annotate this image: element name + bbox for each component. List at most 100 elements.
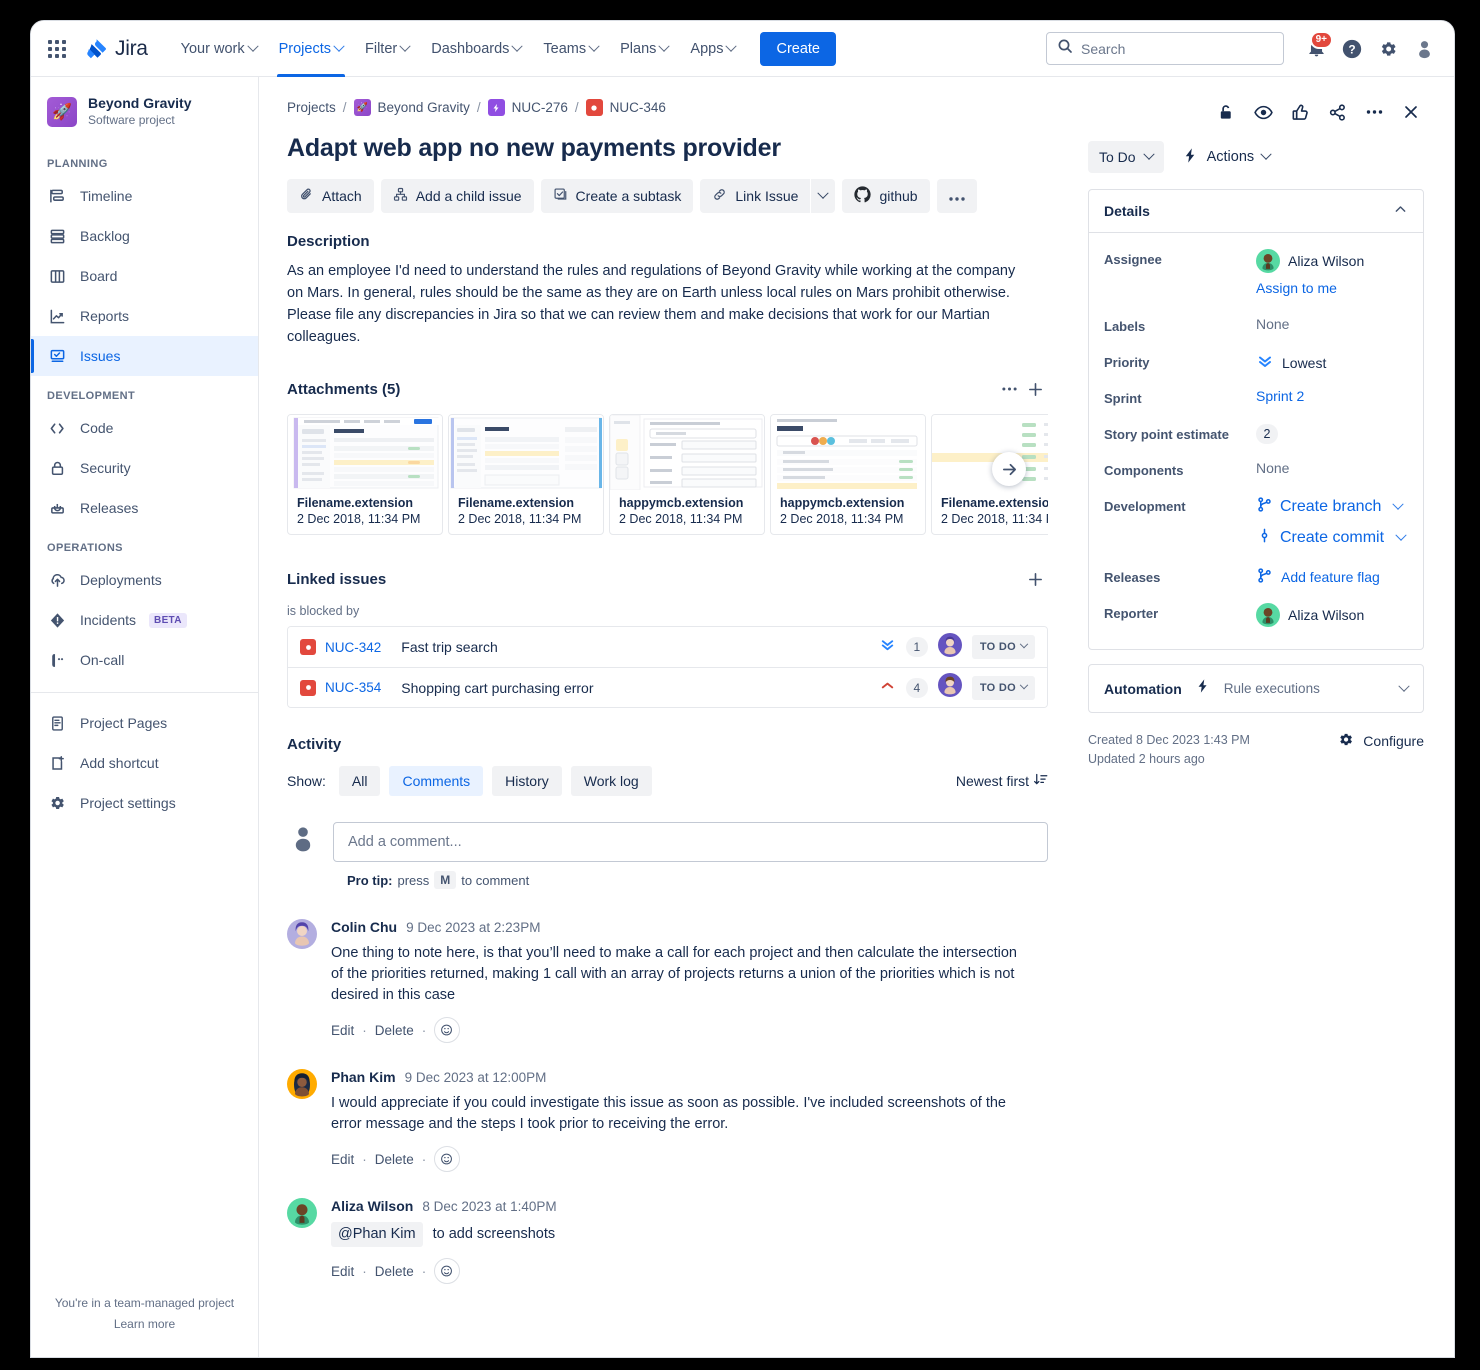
edit-comment-link[interactable]: Edit bbox=[331, 1152, 354, 1167]
add-reaction-icon[interactable] bbox=[434, 1258, 460, 1284]
notifications-button[interactable]: 9+ bbox=[1300, 33, 1332, 65]
sidebar-item-backlog[interactable]: Backlog bbox=[31, 216, 258, 256]
nav-filter[interactable]: Filter bbox=[354, 21, 420, 77]
nav-your-work[interactable]: Your work bbox=[170, 21, 268, 77]
nav-dashboards[interactable]: Dashboards bbox=[420, 21, 532, 77]
add-child-issue-button[interactable]: Add a child issue bbox=[381, 179, 534, 213]
chevron-down-icon[interactable] bbox=[1393, 499, 1404, 510]
comment-input[interactable] bbox=[348, 834, 1033, 850]
priority-value[interactable]: Lowest bbox=[1256, 352, 1326, 373]
assign-to-me-link[interactable]: Assign to me bbox=[1256, 280, 1364, 296]
status-badge[interactable]: TO DO bbox=[972, 635, 1035, 659]
actions-dropdown[interactable]: Actions bbox=[1172, 141, 1281, 173]
lock-icon[interactable] bbox=[1213, 99, 1239, 125]
create-commit-row[interactable]: Create commit bbox=[1256, 527, 1405, 549]
close-icon[interactable] bbox=[1398, 99, 1424, 125]
delete-comment-link[interactable]: Delete bbox=[375, 1023, 414, 1038]
chevron-up-icon[interactable] bbox=[1393, 202, 1408, 220]
add-feature-flag-link[interactable]: Add feature flag bbox=[1281, 569, 1380, 585]
sidebar-item-security[interactable]: Security bbox=[31, 448, 258, 488]
create-button[interactable]: Create bbox=[760, 32, 836, 66]
more-actions-button[interactable] bbox=[937, 179, 977, 213]
releases-value[interactable]: Add feature flag bbox=[1256, 567, 1380, 587]
attachment-card[interactable]: happymcb.extension 2 Dec 2018, 11:34 PM bbox=[770, 414, 926, 535]
mention-chip[interactable]: @Phan Kim bbox=[331, 1222, 423, 1247]
search-box[interactable] bbox=[1046, 32, 1284, 65]
comment-input-wrapper[interactable] bbox=[333, 822, 1048, 862]
add-attachment-icon[interactable] bbox=[1022, 376, 1048, 402]
assignee-value[interactable]: Aliza Wilson bbox=[1256, 249, 1364, 273]
sidebar-project-header[interactable]: 🚀 Beyond Gravity Software project bbox=[31, 77, 258, 144]
attachment-card[interactable]: Filename.extension 2 Dec 2018, 11:34 PM bbox=[931, 414, 1048, 535]
sidebar-item-releases[interactable]: Releases bbox=[31, 488, 258, 528]
create-commit-link[interactable]: Create commit bbox=[1280, 529, 1384, 547]
linked-issue-key[interactable]: NUC-342 bbox=[325, 640, 381, 655]
nav-projects[interactable]: Projects bbox=[268, 21, 354, 77]
link-issue-dropdown[interactable] bbox=[811, 179, 835, 213]
filter-comments[interactable]: Comments bbox=[389, 766, 483, 796]
sprint-value[interactable]: Sprint 2 bbox=[1256, 388, 1304, 404]
sidebar-item-timeline[interactable]: Timeline bbox=[31, 176, 258, 216]
add-reaction-icon[interactable] bbox=[434, 1146, 460, 1172]
sidebar-item-add-shortcut[interactable]: Add shortcut bbox=[31, 743, 258, 783]
reporter-value[interactable]: Aliza Wilson bbox=[1256, 603, 1364, 627]
sidebar-item-reports[interactable]: Reports bbox=[31, 296, 258, 336]
settings-button[interactable] bbox=[1372, 33, 1404, 65]
filter-history[interactable]: History bbox=[492, 766, 562, 796]
nav-plans[interactable]: Plans bbox=[609, 21, 679, 77]
chevron-down-icon[interactable] bbox=[1398, 680, 1409, 691]
attachment-card[interactable]: happymcb.extension 2 Dec 2018, 11:34 PM bbox=[609, 414, 765, 535]
attachment-card[interactable]: Filename.extension 2 Dec 2018, 11:34 PM bbox=[448, 414, 604, 535]
breadcrumb-epic[interactable]: NUC-276 bbox=[512, 100, 568, 115]
sidebar-item-incidents[interactable]: Incidents BETA bbox=[31, 600, 258, 640]
sidebar-item-deployments[interactable]: Deployments bbox=[31, 560, 258, 600]
chevron-down-icon[interactable] bbox=[1395, 530, 1406, 541]
sidebar-item-project-pages[interactable]: Project Pages bbox=[31, 703, 258, 743]
linked-issue-key[interactable]: NUC-354 bbox=[325, 680, 381, 695]
status-badge[interactable]: TO DO bbox=[972, 676, 1035, 700]
sidebar-item-board[interactable]: Board bbox=[31, 256, 258, 296]
details-header[interactable]: Details bbox=[1089, 190, 1423, 233]
edit-comment-link[interactable]: Edit bbox=[331, 1023, 354, 1038]
watch-icon[interactable] bbox=[1250, 99, 1276, 125]
breadcrumb-issue[interactable]: NUC-346 bbox=[610, 100, 666, 115]
filter-all[interactable]: All bbox=[339, 766, 381, 796]
create-branch-link[interactable]: Create branch bbox=[1280, 498, 1381, 516]
nav-teams[interactable]: Teams bbox=[532, 21, 609, 77]
jira-logo[interactable]: Jira bbox=[85, 37, 148, 61]
sidebar-item-issues[interactable]: Issues bbox=[31, 336, 258, 376]
profile-avatar[interactable] bbox=[1408, 33, 1440, 65]
add-linked-issue-icon[interactable] bbox=[1022, 566, 1048, 592]
add-reaction-icon[interactable] bbox=[434, 1017, 460, 1043]
sprint-link[interactable]: Sprint 2 bbox=[1256, 388, 1304, 404]
share-icon[interactable] bbox=[1324, 99, 1350, 125]
github-button[interactable]: github bbox=[842, 179, 929, 213]
automation-card[interactable]: Automation Rule executions bbox=[1088, 664, 1424, 713]
story-points-value[interactable]: 2 bbox=[1256, 424, 1278, 444]
like-icon[interactable] bbox=[1287, 99, 1313, 125]
sidebar-item-code[interactable]: Code bbox=[31, 408, 258, 448]
components-value[interactable]: None bbox=[1256, 460, 1289, 476]
link-issue-button[interactable]: Link Issue bbox=[700, 179, 810, 213]
filter-work-log[interactable]: Work log bbox=[571, 766, 652, 796]
app-switcher-icon[interactable] bbox=[43, 35, 71, 63]
edit-comment-link[interactable]: Edit bbox=[331, 1264, 354, 1279]
breadcrumb-project[interactable]: Beyond Gravity bbox=[378, 100, 470, 115]
delete-comment-link[interactable]: Delete bbox=[375, 1152, 414, 1167]
status-dropdown[interactable]: To Do bbox=[1088, 141, 1164, 173]
search-input[interactable] bbox=[1081, 41, 1273, 57]
more-icon[interactable] bbox=[1361, 99, 1387, 125]
attach-button[interactable]: Attach bbox=[287, 179, 374, 213]
sidebar-item-project-settings[interactable]: Project settings bbox=[31, 783, 258, 823]
configure-button[interactable]: Configure bbox=[1337, 731, 1424, 751]
attachments-more-icon[interactable] bbox=[996, 376, 1022, 402]
table-row[interactable]: NUC-354 Shopping cart purchasing error 4 bbox=[288, 667, 1047, 707]
table-row[interactable]: NUC-342 Fast trip search 1 bbox=[288, 627, 1047, 667]
sort-button[interactable]: Newest first bbox=[956, 772, 1048, 790]
attachment-card[interactable]: Filename.extension 2 Dec 2018, 11:34 PM bbox=[287, 414, 443, 535]
create-subtask-button[interactable]: Create a subtask bbox=[541, 179, 694, 213]
breadcrumb-projects[interactable]: Projects bbox=[287, 100, 336, 115]
help-button[interactable]: ? bbox=[1336, 33, 1368, 65]
create-branch-row[interactable]: Create branch bbox=[1256, 496, 1405, 518]
labels-value[interactable]: None bbox=[1256, 316, 1289, 332]
